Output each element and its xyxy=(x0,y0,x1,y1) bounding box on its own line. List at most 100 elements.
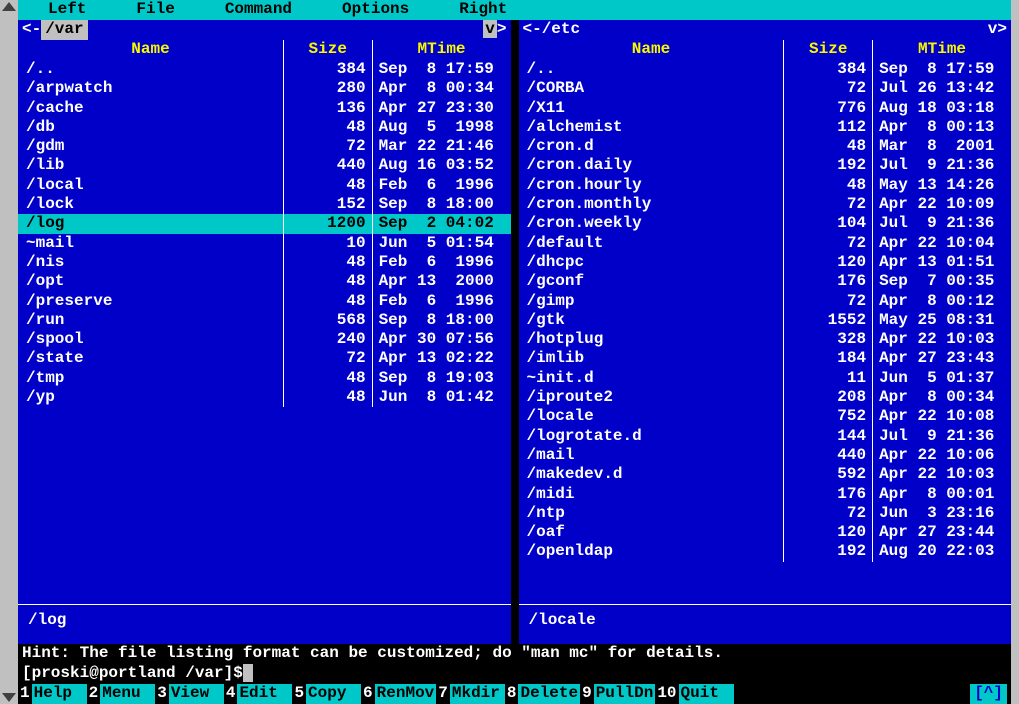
fkey-view[interactable]: 3View xyxy=(155,684,224,703)
fkey-quit[interactable]: 10Quit xyxy=(655,684,733,703)
file-name: /cron.hourly xyxy=(519,176,785,195)
table-row[interactable]: /spool240Apr 30 07:56 xyxy=(18,330,511,349)
file-mtime: Apr 8 00:13 xyxy=(873,118,1011,137)
table-row[interactable]: /lib440Aug 16 03:52 xyxy=(18,156,511,175)
fkey-label: Mkdir xyxy=(450,684,505,703)
scrollbar-right[interactable] xyxy=(1011,0,1019,704)
shell-prompt[interactable]: [proski@portland /var]$ xyxy=(18,664,1011,684)
menu-left[interactable]: Left xyxy=(48,0,86,19)
file-size: 48 xyxy=(284,253,373,272)
col-mtime[interactable]: MTime xyxy=(873,40,1011,60)
file-name: /locale xyxy=(519,407,785,426)
table-row[interactable]: ~init.d11Jun 5 01:37 xyxy=(519,369,1012,388)
corner-indicator[interactable]: [^] xyxy=(970,684,1007,703)
table-row[interactable]: /gconf176Sep 7 00:35 xyxy=(519,272,1012,291)
table-row[interactable]: /run568Sep 8 18:00 xyxy=(18,311,511,330)
table-row[interactable]: /gimp72Apr 8 00:12 xyxy=(519,292,1012,311)
file-name: /makedev.d xyxy=(519,465,785,484)
dropdown-icon[interactable]: v xyxy=(483,20,497,38)
table-row[interactable]: ~mail10Jun 5 01:54 xyxy=(18,234,511,253)
table-row[interactable]: /cron.weekly104Jul 9 21:36 xyxy=(519,214,1012,233)
table-row[interactable]: /db48Aug 5 1998 xyxy=(18,118,511,137)
file-size: 136 xyxy=(284,99,373,118)
table-row[interactable]: /openldap192Aug 20 22:03 xyxy=(519,542,1012,561)
col-mtime[interactable]: MTime xyxy=(373,40,511,60)
table-row[interactable]: /arpwatch280Apr 8 00:34 xyxy=(18,79,511,98)
fkey-renmov[interactable]: 6RenMov xyxy=(361,684,436,703)
table-row[interactable]: /local48Feb 6 1996 xyxy=(18,176,511,195)
col-size[interactable]: Size xyxy=(784,40,873,60)
fkey-delete[interactable]: 8Delete xyxy=(505,684,580,703)
scrollbar-left[interactable] xyxy=(0,0,18,704)
menu-file[interactable]: File xyxy=(136,0,174,19)
fkey-menu[interactable]: 2Menu xyxy=(87,684,156,703)
left-file-list[interactable]: /..384Sep 8 17:59/arpwatch280Apr 8 00:34… xyxy=(18,60,511,604)
left-path[interactable]: /var xyxy=(41,20,87,39)
table-row[interactable]: /log1200Sep 2 04:02 xyxy=(18,214,511,233)
file-name: /.. xyxy=(519,60,785,79)
table-row[interactable]: /yp48Jun 8 01:42 xyxy=(18,388,511,407)
col-name[interactable]: Name xyxy=(519,40,785,60)
file-size: 48 xyxy=(284,176,373,195)
table-row[interactable]: /gtk1552May 25 08:31 xyxy=(519,311,1012,330)
table-row[interactable]: /mail440Apr 22 10:06 xyxy=(519,446,1012,465)
table-row[interactable]: /cron.daily192Jul 9 21:36 xyxy=(519,156,1012,175)
table-row[interactable]: /CORBA72Jul 26 13:42 xyxy=(519,79,1012,98)
fkey-pulldn[interactable]: 9PullDn xyxy=(580,684,655,703)
table-row[interactable]: /..384Sep 8 17:59 xyxy=(18,60,511,79)
right-path[interactable]: /etc xyxy=(542,20,580,39)
file-size: 176 xyxy=(784,272,873,291)
table-row[interactable]: /dhcpc120Apr 13 01:51 xyxy=(519,253,1012,272)
file-mtime: Jul 9 21:36 xyxy=(873,156,1011,175)
table-row[interactable]: /preserve48Feb 6 1996 xyxy=(18,292,511,311)
table-row[interactable]: /state72Apr 13 02:22 xyxy=(18,349,511,368)
table-row[interactable]: /opt48Apr 13 2000 xyxy=(18,272,511,291)
table-row[interactable]: /X11776Aug 18 03:18 xyxy=(519,99,1012,118)
menu-options[interactable]: Options xyxy=(342,0,409,19)
file-mtime: Feb 6 1996 xyxy=(373,176,511,195)
file-name: /log xyxy=(18,214,284,233)
table-row[interactable]: /cache136Apr 27 23:30 xyxy=(18,99,511,118)
fkey-copy[interactable]: 5Copy xyxy=(292,684,361,703)
fkey-mkdir[interactable]: 7Mkdir xyxy=(436,684,505,703)
file-mtime: May 25 08:31 xyxy=(873,311,1011,330)
table-row[interactable]: /hotplug328Apr 22 10:03 xyxy=(519,330,1012,349)
table-row[interactable]: /..384Sep 8 17:59 xyxy=(519,60,1012,79)
col-name[interactable]: Name xyxy=(18,40,284,60)
fkey-help[interactable]: 1Help xyxy=(18,684,87,703)
table-row[interactable]: /alchemist112Apr 8 00:13 xyxy=(519,118,1012,137)
table-row[interactable]: /gdm72Mar 22 21:46 xyxy=(18,137,511,156)
table-row[interactable]: /locale752Apr 22 10:08 xyxy=(519,407,1012,426)
scroll-up-icon[interactable] xyxy=(2,2,16,11)
table-row[interactable]: /midi176Apr 8 00:01 xyxy=(519,485,1012,504)
file-size: 48 xyxy=(284,272,373,291)
fkey-label: PullDn xyxy=(594,684,656,703)
file-name: /lib xyxy=(18,156,284,175)
table-row[interactable]: /cron.hourly48May 13 14:26 xyxy=(519,176,1012,195)
file-mtime: Aug 5 1998 xyxy=(373,118,511,137)
table-row[interactable]: /cron.d48Mar 8 2001 xyxy=(519,137,1012,156)
menu-right[interactable]: Right xyxy=(459,0,507,19)
table-row[interactable]: /nis48Feb 6 1996 xyxy=(18,253,511,272)
dropdown-icon[interactable]: v xyxy=(988,20,998,38)
table-row[interactable]: /iproute2208Apr 8 00:34 xyxy=(519,388,1012,407)
table-row[interactable]: /ntp72Jun 3 23:16 xyxy=(519,504,1012,523)
table-row[interactable]: /oaf120Apr 27 23:44 xyxy=(519,523,1012,542)
file-size: 72 xyxy=(784,195,873,214)
table-row[interactable]: /lock152Sep 8 18:00 xyxy=(18,195,511,214)
table-row[interactable]: /tmp48Sep 8 19:03 xyxy=(18,369,511,388)
file-mtime: Apr 8 00:12 xyxy=(873,292,1011,311)
right-file-list[interactable]: /..384Sep 8 17:59/CORBA72Jul 26 13:42/X1… xyxy=(519,60,1012,604)
file-name: /CORBA xyxy=(519,79,785,98)
table-row[interactable]: /imlib184Apr 27 23:43 xyxy=(519,349,1012,368)
file-size: 384 xyxy=(284,60,373,79)
menu-command[interactable]: Command xyxy=(225,0,292,19)
fkey-edit[interactable]: 4Edit xyxy=(224,684,293,703)
table-row[interactable]: /makedev.d592Apr 22 10:03 xyxy=(519,465,1012,484)
col-size[interactable]: Size xyxy=(284,40,373,60)
table-row[interactable]: /cron.monthly72Apr 22 10:09 xyxy=(519,195,1012,214)
table-row[interactable]: /logrotate.d144Jul 9 21:36 xyxy=(519,427,1012,446)
table-row[interactable]: /default72Apr 22 10:04 xyxy=(519,234,1012,253)
left-panel: <- /var v> Name Size MTime /..384Sep 8 1… xyxy=(18,20,511,644)
scroll-down-icon[interactable] xyxy=(2,693,16,702)
